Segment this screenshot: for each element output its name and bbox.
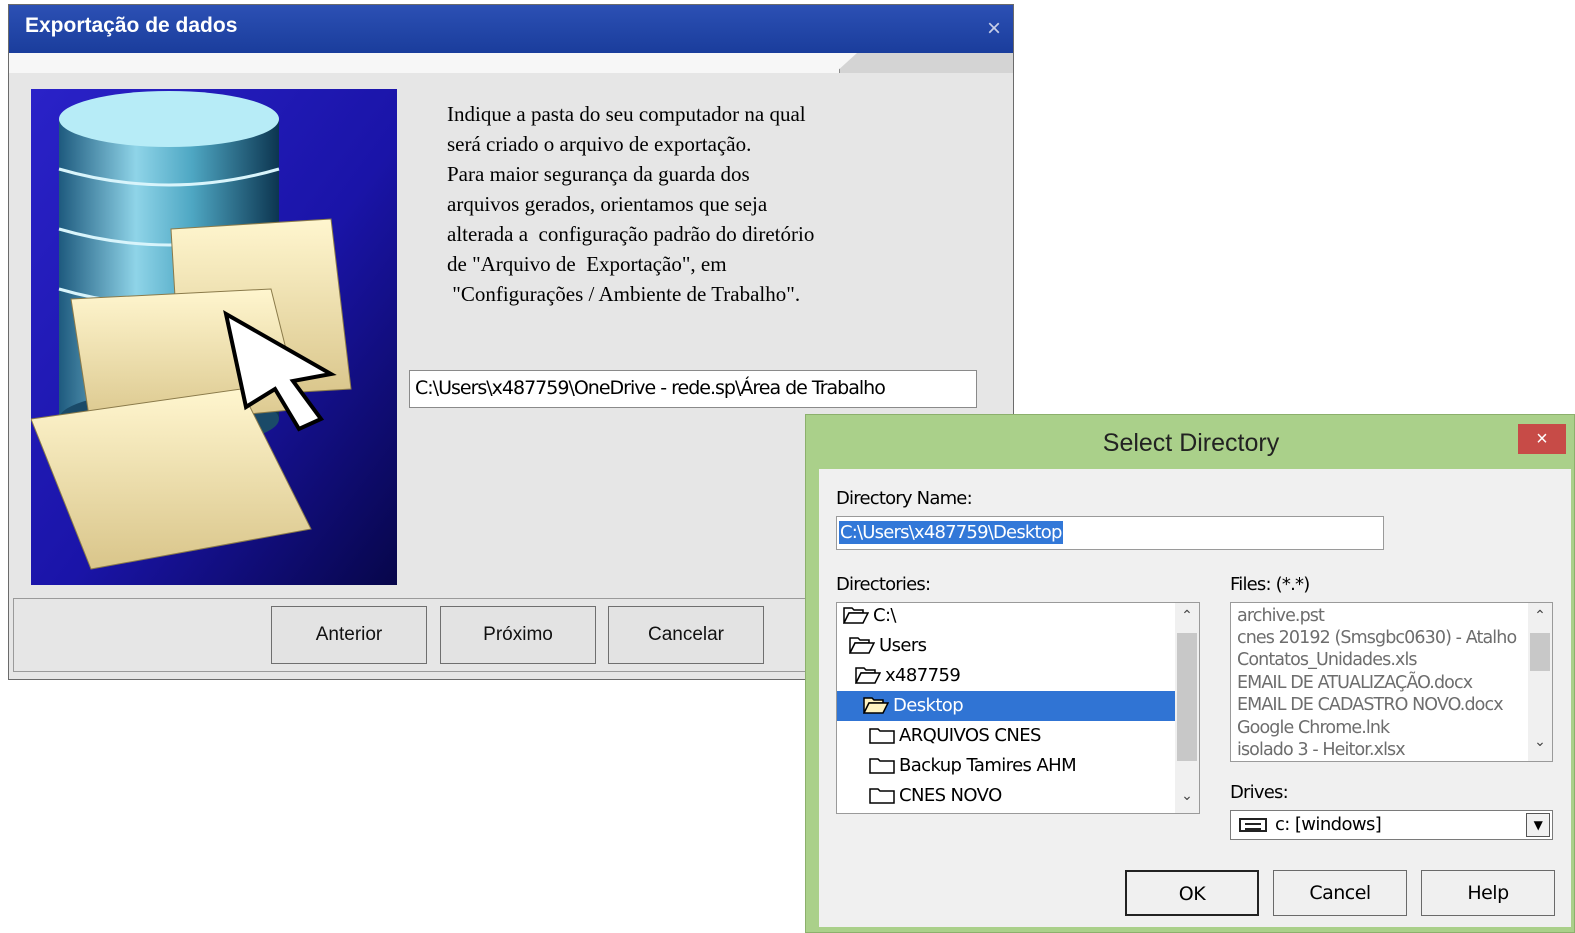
scroll-down-icon[interactable]: ⌄ xyxy=(1528,733,1552,750)
cancel-button[interactable]: Cancelar xyxy=(608,606,764,664)
file-item: EMAIL DE ATUALIZAÇÃO.docx xyxy=(1237,673,1473,693)
instructions-line: Indique a pasta do seu computador na qua… xyxy=(447,102,806,126)
wizard-tab xyxy=(9,53,840,73)
export-path-input[interactable]: C:\Users\x487759\OneDrive - rede.sp\Área… xyxy=(409,370,977,408)
instructions-line: Para maior segurança da guarda dos xyxy=(447,162,750,186)
previous-button[interactable]: Anterior xyxy=(271,606,427,664)
directories-scrollbar[interactable]: ⌃ ⌄ xyxy=(1175,603,1199,813)
file-item: isolado 3 - Heitor.xlsx xyxy=(1237,740,1406,760)
close-icon[interactable]: × xyxy=(1518,424,1566,454)
directories-label: Directories: xyxy=(836,574,931,595)
ok-button[interactable]: OK xyxy=(1125,870,1259,916)
wizard-tab-strip xyxy=(9,53,1013,73)
dropdown-arrow-icon[interactable]: ▼ xyxy=(1526,813,1550,837)
file-item: cnes 20192 (Smsgbc0630) - Atalho xyxy=(1237,628,1517,648)
tree-item-label: ARQUIVOS CNES xyxy=(899,725,1041,746)
directory-name-label: Directory Name: xyxy=(836,488,973,509)
open-folder-icon xyxy=(843,607,869,624)
file-item: archive.pst xyxy=(1237,606,1325,626)
scrollbar-thumb[interactable] xyxy=(1177,633,1197,761)
instructions-line: alterada a configuração padrão do diretó… xyxy=(447,222,815,246)
scroll-down-icon[interactable]: ⌄ xyxy=(1175,787,1199,804)
tree-item-label: C:\ xyxy=(873,605,897,626)
dialog-titlebar: Select Directory × xyxy=(806,415,1574,469)
close-icon[interactable]: × xyxy=(987,17,1001,41)
dialog-client-area: Directory Name: C:\Users\x487759\Desktop… xyxy=(819,469,1571,927)
scroll-up-icon[interactable]: ⌃ xyxy=(1175,607,1199,624)
select-directory-dialog: Select Directory × Directory Name: C:\Us… xyxy=(805,414,1575,933)
file-item: EMAIL DE CADASTRO NOVO.docx xyxy=(1237,695,1504,715)
scroll-up-icon[interactable]: ⌃ xyxy=(1528,607,1552,624)
tree-item-desktop[interactable]: Desktop xyxy=(837,691,1177,721)
open-folder-icon xyxy=(855,667,881,684)
files-scrollbar[interactable]: ⌃ ⌄ xyxy=(1528,603,1552,761)
help-button[interactable]: Help xyxy=(1421,870,1555,916)
tree-item-backup-tamires[interactable]: Backup Tamires AHM xyxy=(837,751,1199,781)
open-folder-icon xyxy=(849,637,875,654)
tree-item-label: CNES NOVO xyxy=(899,785,1002,806)
instructions-line: será criado o arquivo de exportação. xyxy=(447,132,752,156)
folder-icon xyxy=(869,758,895,774)
scrollbar-thumb[interactable] xyxy=(1530,633,1550,671)
tree-item-label: x487759 xyxy=(885,665,961,686)
drives-label: Drives: xyxy=(1230,782,1289,803)
instructions-line: arquivos gerados, orientamos que seja xyxy=(447,192,768,216)
export-titlebar: Exportação de dados × xyxy=(9,5,1013,53)
tree-item-label: Backup Tamires AHM xyxy=(899,755,1077,776)
file-item: Google Chrome.lnk xyxy=(1237,718,1390,738)
dialog-cancel-button[interactable]: Cancel xyxy=(1273,870,1407,916)
drive-value: c: [windows] xyxy=(1275,814,1382,835)
wizard-tab-edge xyxy=(835,53,857,73)
window-title: Exportação de dados xyxy=(25,14,238,37)
files-list[interactable]: archive.pst cnes 20192 (Smsgbc0630) - At… xyxy=(1230,602,1553,762)
directory-name-input[interactable]: C:\Users\x487759\Desktop xyxy=(836,516,1384,550)
open-folder-icon xyxy=(863,697,889,714)
next-button[interactable]: Próximo xyxy=(440,606,596,664)
tree-item-cnes-novo[interactable]: CNES NOVO xyxy=(837,781,1199,811)
instructions-text: Indique a pasta do seu computador na qua… xyxy=(447,99,947,309)
tree-item-c-root[interactable]: C:\ xyxy=(837,603,1183,631)
instructions-line: "Configurações / Ambiente de Trabalho". xyxy=(447,282,801,306)
tree-item-label: Users xyxy=(879,635,927,656)
database-folder-cursor-illustration xyxy=(31,89,397,585)
files-label: Files: (*.*) xyxy=(1230,574,1310,595)
tree-item-label: Desktop xyxy=(893,695,964,716)
tree-item-x487759[interactable]: x487759 xyxy=(837,661,1195,691)
folder-icon xyxy=(869,728,895,744)
drives-dropdown[interactable]: c: [windows] ▼ xyxy=(1230,810,1553,840)
tree-item-users[interactable]: Users xyxy=(837,631,1189,661)
tree-item-arquivos-cnes[interactable]: ARQUIVOS CNES xyxy=(837,721,1199,751)
folder-icon xyxy=(869,788,895,804)
instructions-line: de "Arquivo de Exportação", em xyxy=(447,252,727,276)
directories-tree[interactable]: C:\ Users x487759 Desktop ARQUIVOS CNES … xyxy=(836,602,1200,814)
directory-name-value: C:\Users\x487759\Desktop xyxy=(839,521,1063,544)
drive-icon xyxy=(1239,818,1267,832)
file-item: Contatos_Unidades.xls xyxy=(1237,650,1418,670)
dialog-title: Select Directory xyxy=(1102,429,1280,457)
